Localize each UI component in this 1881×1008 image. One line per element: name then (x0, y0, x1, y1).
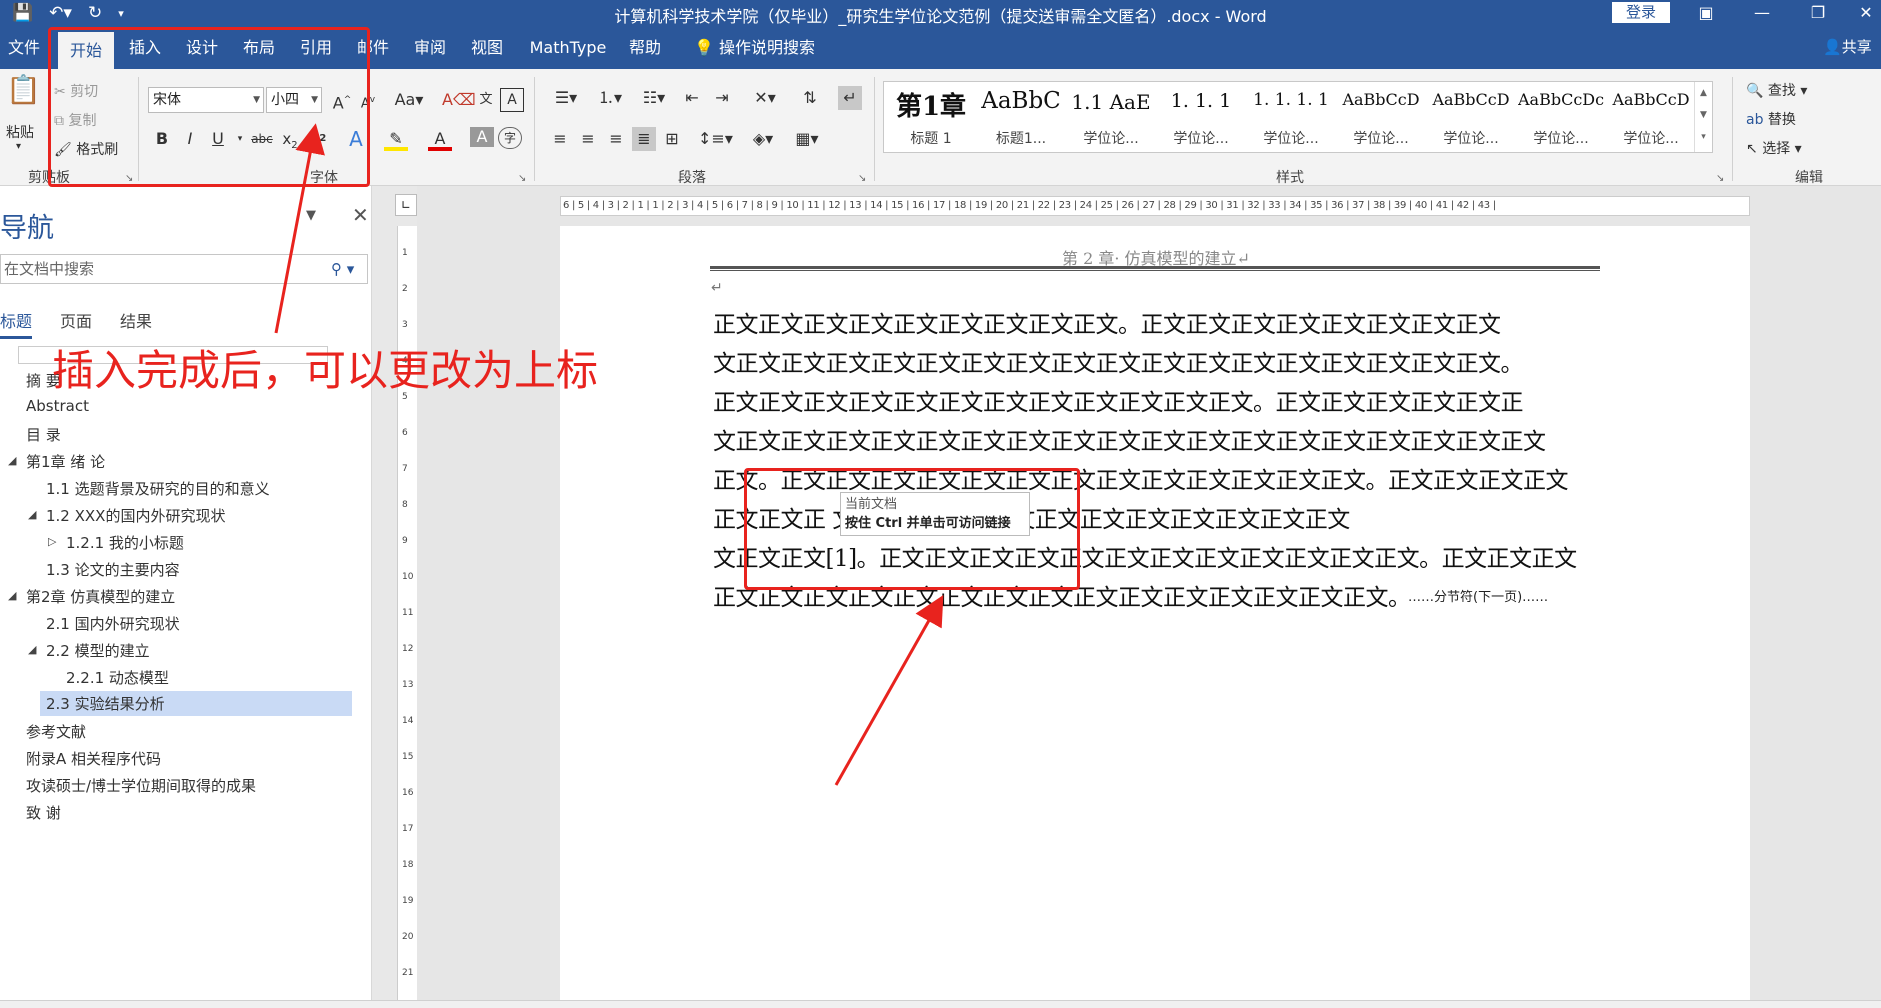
arrow-to-citation (834, 594, 944, 786)
annotation-text: 插入完成后，可以更改为上标 (52, 346, 599, 395)
arrow-to-superscript (274, 123, 325, 334)
annotation-arrows (274, 123, 944, 786)
status-bar (0, 1000, 1881, 1008)
word-window: 💾 ↶▾ ↻ ▾ 计算机科学技术学院（仅毕业）_研究生学位论文范例（提交送审需全… (0, 0, 1881, 1008)
